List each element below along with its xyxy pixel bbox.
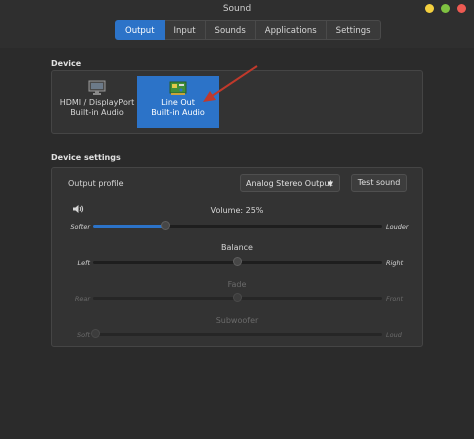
monitor-icon [88,80,106,95]
tab-output[interactable]: Output [115,20,165,40]
device-settings-section-label: Device settings [51,153,121,162]
subwoofer-title: Subwoofer [215,316,259,325]
balance-title: Balance [221,243,253,252]
balance-max-label: Right [386,259,404,267]
tab-bar: Output Input Sounds Applications Setting… [115,20,381,40]
chevron-down-icon: ▼ [327,180,333,188]
fade-min-label: Rear [74,295,90,303]
tab-input[interactable]: Input [164,20,206,40]
minimize-button[interactable] [425,4,434,13]
subwoofer-max-label: Loud [386,331,402,339]
fade-slider[interactable] [93,293,382,302]
device-hdmi[interactable]: HDMI / DisplayPort Built-in Audio [57,76,137,128]
close-button[interactable] [457,4,466,13]
fade-max-label: Front [386,295,404,303]
output-profile-value: Analog Stereo Output [246,179,333,188]
sound-card-icon [169,81,187,95]
maximize-button[interactable] [441,4,450,13]
device-hdmi-name: HDMI / DisplayPort [59,98,135,107]
volume-title: Volume: 25% [210,206,264,215]
tab-sounds[interactable]: Sounds [205,20,256,40]
subwoofer-slider[interactable] [91,329,382,338]
volume-slider[interactable] [93,221,382,230]
window-title: Sound [222,4,252,14]
subwoofer-min-label: Soft [77,331,90,339]
fade-slider-handle[interactable] [233,293,242,302]
balance-slider[interactable] [93,257,382,266]
volume-min-label: Softer [70,223,90,231]
output-profile-label: Output profile [68,179,124,188]
subwoofer-slider-handle[interactable] [91,329,100,338]
title-bar: Sound Output Input Sounds Applications S… [0,0,474,48]
test-sound-button[interactable]: Test sound [351,174,407,192]
volume-slider-fill [93,225,165,228]
volume-max-label: Louder [386,223,409,231]
balance-slider-handle[interactable] [233,257,242,266]
device-line-out-subtitle: Built-in Audio [151,108,205,117]
output-profile-dropdown[interactable]: Analog Stereo Output ▼ [240,174,340,192]
annotation-arrow-icon [203,65,258,102]
balance-min-label: Left [77,259,90,267]
tab-settings[interactable]: Settings [326,20,381,40]
volume-slider-handle[interactable] [161,221,170,230]
fade-title: Fade [227,280,247,289]
device-section-label: Device [51,59,82,68]
tab-applications[interactable]: Applications [255,20,327,40]
device-hdmi-subtitle: Built-in Audio [70,108,124,117]
